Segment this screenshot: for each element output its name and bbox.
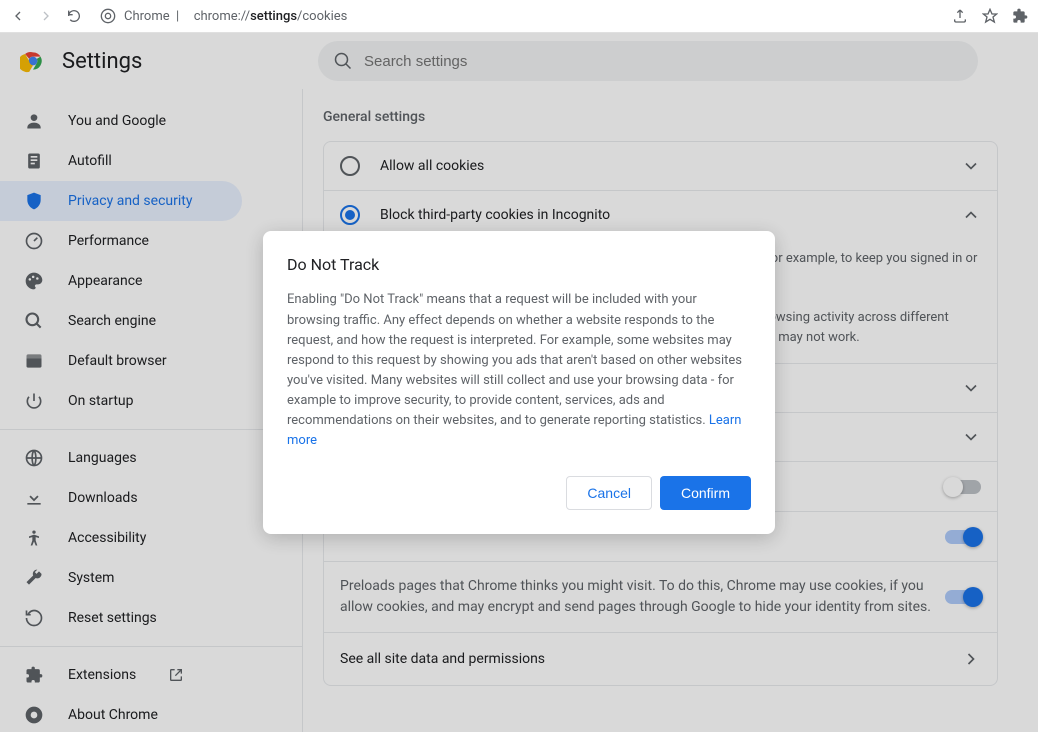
cancel-button[interactable]: Cancel [566,476,652,510]
dialog-body: Enabling "Do Not Track" means that a req… [287,290,751,451]
dialog-title: Do Not Track [287,255,751,274]
share-icon[interactable] [950,6,970,26]
reload-button[interactable] [64,6,84,26]
back-button[interactable] [8,6,28,26]
do-not-track-dialog: Do Not Track Enabling "Do Not Track" mea… [263,231,775,533]
modal-overlay: Do Not Track Enabling "Do Not Track" mea… [0,33,1038,732]
bookmark-icon[interactable] [980,6,1000,26]
omnibox[interactable]: Chrome | chrome://settings/cookies [92,8,942,24]
browser-chrome-bar: Chrome | chrome://settings/cookies [0,0,1038,33]
dialog-actions: Cancel Confirm [287,476,751,510]
forward-button[interactable] [36,6,56,26]
omnibox-label: Chrome | [124,9,186,24]
omnibox-url: chrome://settings/cookies [194,9,348,24]
confirm-button[interactable]: Confirm [660,476,751,510]
extensions-icon[interactable] [1010,6,1030,26]
chrome-icon [100,8,116,24]
dialog-body-text: Enabling "Do Not Track" means that a req… [287,292,742,428]
